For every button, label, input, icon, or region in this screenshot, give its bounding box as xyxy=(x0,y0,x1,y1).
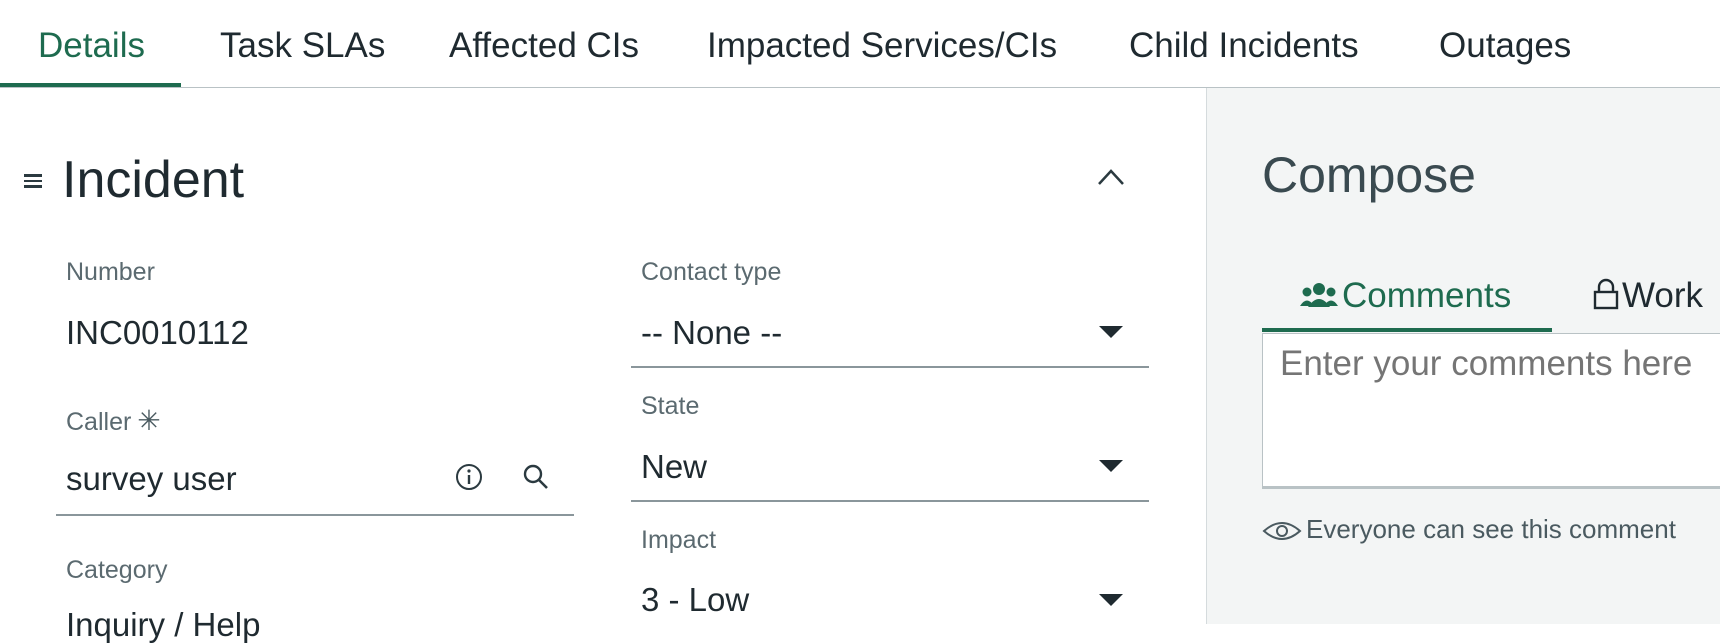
active-tab-indicator xyxy=(0,83,181,87)
chevron-down-icon[interactable] xyxy=(1099,594,1123,606)
lock-icon xyxy=(1593,278,1619,310)
tab-task-slas[interactable]: Task SLAs xyxy=(220,26,385,66)
contact-type-label: Contact type xyxy=(641,258,782,286)
tab-work-notes[interactable]: Work xyxy=(1592,276,1703,316)
chevron-down-icon[interactable] xyxy=(1099,460,1123,472)
compose-title: Compose xyxy=(1262,147,1476,203)
tab-work-label: Work xyxy=(1622,276,1704,315)
caller-input[interactable]: survey user xyxy=(66,460,237,498)
users-icon xyxy=(1300,283,1338,307)
search-icon[interactable] xyxy=(522,463,550,491)
info-icon[interactable] xyxy=(455,463,483,491)
eye-icon xyxy=(1262,522,1302,540)
impact-select[interactable]: 3 - Low xyxy=(641,581,749,619)
caller-label-text: Caller xyxy=(66,408,132,436)
impact-label: Impact xyxy=(641,526,717,554)
state-underline xyxy=(631,500,1149,502)
state-label: State xyxy=(641,392,700,420)
tab-bar: Details Task SLAs Affected CIs Impacted … xyxy=(0,0,1720,88)
category-value[interactable]: Inquiry / Help xyxy=(66,606,260,644)
section-menu-icon[interactable] xyxy=(24,174,42,191)
contact-type-underline xyxy=(631,366,1149,368)
required-icon: ✳ xyxy=(137,405,161,436)
active-compose-tab-indicator xyxy=(1262,328,1552,332)
category-label: Category xyxy=(66,556,168,584)
chevron-up-icon[interactable] xyxy=(1096,166,1126,188)
number-label: Number xyxy=(66,258,155,286)
comments-input[interactable] xyxy=(1262,333,1720,489)
caller-underline xyxy=(56,514,574,516)
caller-label: Caller ✳ xyxy=(66,404,161,437)
visibility-note: Everyone can see this comment xyxy=(1262,514,1676,545)
tab-affected-cis[interactable]: Affected CIs xyxy=(449,26,639,66)
tab-outages[interactable]: Outages xyxy=(1439,26,1571,66)
contact-type-select[interactable]: -- None -- xyxy=(641,314,782,352)
tab-details[interactable]: Details xyxy=(38,26,145,66)
tab-child-incidents[interactable]: Child Incidents xyxy=(1129,26,1359,66)
tab-comments[interactable]: Comments xyxy=(1300,276,1511,316)
chevron-down-icon[interactable] xyxy=(1099,326,1123,338)
number-value: INC0010112 xyxy=(66,314,249,351)
state-select[interactable]: New xyxy=(641,448,707,486)
section-title: Incident xyxy=(62,151,245,209)
visibility-note-text: Everyone can see this comment xyxy=(1306,514,1676,544)
tab-impacted-services[interactable]: Impacted Services/CIs xyxy=(707,26,1057,66)
tab-comments-label: Comments xyxy=(1342,276,1512,315)
